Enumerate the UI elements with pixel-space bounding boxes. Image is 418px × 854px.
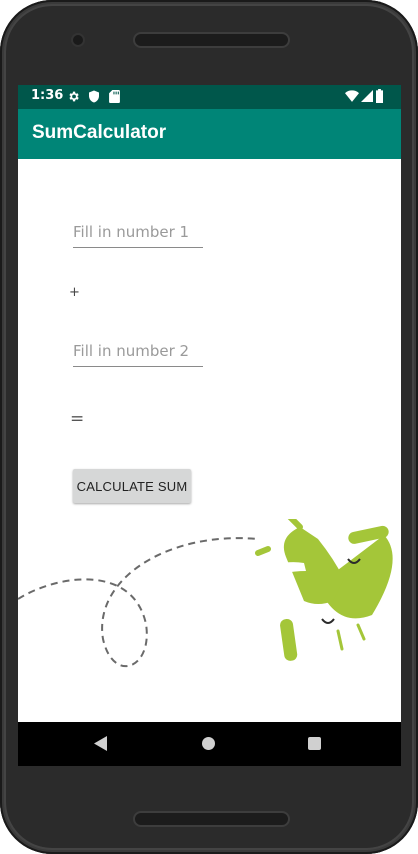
device-screen: 1:36 SumCalculator Fill in number 1 + Fi…: [18, 85, 401, 766]
app-bar: SumCalculator: [18, 109, 401, 159]
status-time: 1:36: [31, 88, 64, 103]
shield-icon: [89, 90, 99, 103]
bottom-speaker: [133, 811, 290, 827]
sd-card-icon: [109, 90, 120, 103]
equals-sign: =: [70, 409, 85, 429]
status-bar: 1:36: [18, 85, 401, 109]
phone-frame: 1:36 SumCalculator Fill in number 1 + Fi…: [0, 0, 418, 854]
gear-icon: [69, 91, 79, 102]
android-eye: [321, 618, 335, 624]
number2-field[interactable]: [73, 338, 203, 367]
calculate-sum-button[interactable]: CALCULATE SUM: [73, 469, 191, 503]
number2-input[interactable]: [73, 338, 203, 364]
android-mascot: [255, 519, 393, 661]
signal-icon: [361, 90, 373, 102]
back-icon[interactable]: [94, 736, 108, 751]
android-arm-left: [280, 618, 298, 661]
android-mascot-illustration: [18, 519, 393, 668]
recents-icon[interactable]: [308, 737, 321, 750]
top-speaker: [133, 32, 290, 48]
battery-icon: [376, 89, 383, 103]
number1-input[interactable]: [73, 219, 203, 245]
wifi-icon: [345, 90, 359, 102]
main-content: + = CALCULATE SUM: [18, 159, 401, 722]
navigation-bar: [18, 722, 401, 766]
app-title: SumCalculator: [32, 122, 167, 143]
dashed-trail: [18, 537, 259, 668]
plus-sign: +: [69, 285, 80, 300]
number1-field[interactable]: [73, 219, 203, 248]
android-legs: [336, 623, 366, 651]
home-icon[interactable]: [202, 737, 215, 750]
front-camera: [73, 35, 83, 45]
